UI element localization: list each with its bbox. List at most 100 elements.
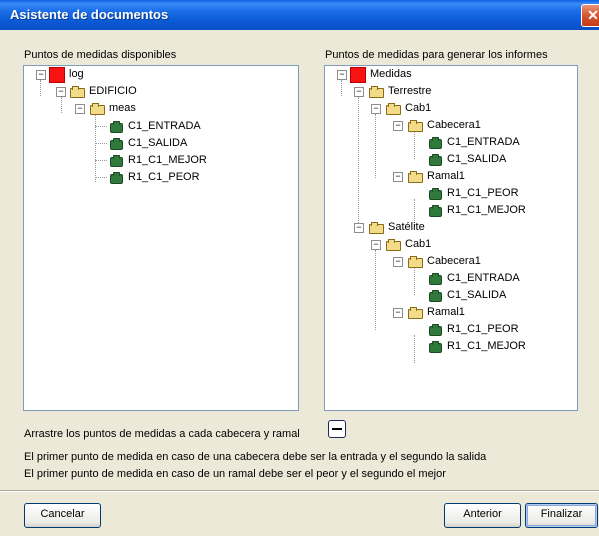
- folder-open-icon: [408, 120, 423, 132]
- node-label: R1_C1_MEJOR: [128, 154, 207, 166]
- collapse-toggle-icon[interactable]: −: [354, 223, 364, 233]
- instruction-line-1: El primer punto de medida en caso de una…: [24, 451, 487, 463]
- red-square-icon: [350, 67, 366, 83]
- node-label: meas: [109, 102, 136, 114]
- report-points-tree[interactable]: − Medidas − Terrestre − Cab1 − Cabecera1: [324, 65, 578, 411]
- collapse-toggle-icon[interactable]: −: [371, 104, 381, 114]
- finish-button[interactable]: Finalizar: [525, 503, 598, 528]
- folder-open-icon: [70, 86, 85, 98]
- tree-node-cab1[interactable]: − Cab1: [325, 236, 573, 252]
- measure-point-icon: [429, 154, 442, 166]
- available-points-tree[interactable]: − log − EDIFICIO − meas C1_ENTRADA C1_SA…: [23, 65, 299, 411]
- collapse-toggle-icon[interactable]: −: [371, 240, 381, 250]
- folder-open-icon: [369, 86, 384, 98]
- window-title: Asistente de documentos: [10, 7, 169, 22]
- folder-open-icon: [386, 239, 401, 251]
- node-label: Satélite: [388, 221, 425, 233]
- tree-node-c1-salida[interactable]: C1_SALIDA: [325, 151, 573, 167]
- tree-node-cab1[interactable]: − Cab1: [325, 100, 573, 116]
- measure-point-icon: [110, 121, 123, 133]
- title-bar[interactable]: Asistente de documentos ✕: [0, 0, 599, 30]
- collapse-toggle-icon[interactable]: −: [337, 70, 347, 80]
- folder-open-icon: [386, 103, 401, 115]
- node-label: R1_C1_MEJOR: [447, 204, 526, 216]
- node-label: R1_C1_MEJOR: [447, 340, 526, 352]
- tree-node-meas[interactable]: − meas: [24, 100, 294, 116]
- measure-point-icon: [429, 273, 442, 285]
- folder-open-icon: [408, 171, 423, 183]
- tree-node-edificio[interactable]: − EDIFICIO: [24, 83, 294, 99]
- instruction-line-2: El primer punto de medida en caso de un …: [24, 468, 446, 480]
- node-label: log: [69, 68, 84, 80]
- tree-node-c1-salida[interactable]: C1_SALIDA: [24, 135, 294, 151]
- measure-point-icon: [110, 155, 123, 167]
- measure-point-icon: [429, 290, 442, 302]
- node-label: C1_ENTRADA: [128, 120, 201, 132]
- footer-divider: [0, 490, 599, 492]
- tree-node-log[interactable]: − log: [24, 66, 294, 83]
- wizard-dialog: Asistente de documentos ✕ Puntos de medi…: [0, 0, 599, 536]
- node-label: R1_C1_PEOR: [447, 323, 519, 335]
- collapse-toggle-icon[interactable]: −: [393, 172, 403, 182]
- tree-node-ramal1[interactable]: − Ramal1: [325, 304, 573, 320]
- tree-node-r1-c1-peor[interactable]: R1_C1_PEOR: [325, 321, 573, 337]
- node-label: C1_SALIDA: [447, 153, 507, 165]
- tree-node-r1-c1-peor[interactable]: R1_C1_PEOR: [325, 185, 573, 201]
- tree-node-satelite[interactable]: − Satélite: [325, 219, 573, 235]
- node-label: R1_C1_PEOR: [447, 187, 519, 199]
- tree-node-c1-entrada[interactable]: C1_ENTRADA: [325, 134, 573, 150]
- close-button[interactable]: ✕: [581, 4, 599, 27]
- back-button[interactable]: Anterior: [444, 503, 521, 528]
- node-label: Ramal1: [427, 306, 465, 318]
- tree-node-c1-entrada[interactable]: C1_ENTRADA: [24, 118, 294, 134]
- node-label: Cabecera1: [427, 255, 481, 267]
- node-label: R1_C1_PEOR: [128, 171, 200, 183]
- node-label: C1_ENTRADA: [447, 136, 520, 148]
- folder-open-icon: [408, 307, 423, 319]
- node-label: C1_ENTRADA: [447, 272, 520, 284]
- collapse-toggle-icon[interactable]: −: [75, 104, 85, 114]
- tree-node-ramal1[interactable]: − Ramal1: [325, 168, 573, 184]
- node-label: Cab1: [405, 102, 432, 114]
- tree-node-terrestre[interactable]: − Terrestre: [325, 83, 573, 99]
- node-label: EDIFICIO: [89, 85, 137, 97]
- tree-node-cabecera1[interactable]: − Cabecera1: [325, 117, 573, 133]
- node-label: Cab1: [405, 238, 432, 250]
- folder-open-icon: [90, 103, 105, 115]
- cancel-button[interactable]: Cancelar: [24, 503, 101, 528]
- measure-point-icon: [110, 138, 123, 150]
- tree-node-medidas[interactable]: − Medidas: [325, 66, 573, 83]
- measure-point-icon: [110, 172, 123, 184]
- tree-node-c1-entrada[interactable]: C1_ENTRADA: [325, 270, 573, 286]
- collapse-toggle-icon[interactable]: −: [56, 87, 66, 97]
- report-points-label: Puntos de medidas para generar los infor…: [325, 49, 548, 61]
- measure-point-icon: [429, 324, 442, 336]
- tree-node-r1-c1-mejor[interactable]: R1_C1_MEJOR: [325, 338, 573, 354]
- measure-point-icon: [429, 205, 442, 217]
- tree-node-r1-c1-mejor[interactable]: R1_C1_MEJOR: [325, 202, 573, 218]
- node-label: C1_SALIDA: [447, 289, 507, 301]
- red-square-icon: [49, 67, 65, 83]
- collapse-toggle-icon[interactable]: −: [354, 87, 364, 97]
- node-label: Ramal1: [427, 170, 465, 182]
- collapse-toggle-icon[interactable]: −: [36, 70, 46, 80]
- folder-open-icon: [408, 256, 423, 268]
- measure-point-icon: [429, 341, 442, 353]
- measure-point-icon: [429, 137, 442, 149]
- close-icon: ✕: [587, 7, 599, 23]
- collapse-toggle-icon[interactable]: −: [393, 121, 403, 131]
- node-label: Cabecera1: [427, 119, 481, 131]
- remove-point-button[interactable]: [328, 420, 346, 438]
- node-label: C1_SALIDA: [128, 137, 188, 149]
- measure-point-icon: [429, 188, 442, 200]
- drag-hint-text: Arrastre los puntos de medidas a cada ca…: [24, 428, 300, 440]
- tree-node-r1-c1-mejor[interactable]: R1_C1_MEJOR: [24, 152, 294, 168]
- available-points-label: Puntos de medidas disponibles: [24, 49, 177, 61]
- tree-node-cabecera1[interactable]: − Cabecera1: [325, 253, 573, 269]
- folder-open-icon: [369, 222, 384, 234]
- tree-node-c1-salida[interactable]: C1_SALIDA: [325, 287, 573, 303]
- collapse-toggle-icon[interactable]: −: [393, 257, 403, 267]
- node-label: Medidas: [370, 68, 412, 80]
- collapse-toggle-icon[interactable]: −: [393, 308, 403, 318]
- tree-node-r1-c1-peor[interactable]: R1_C1_PEOR: [24, 169, 294, 185]
